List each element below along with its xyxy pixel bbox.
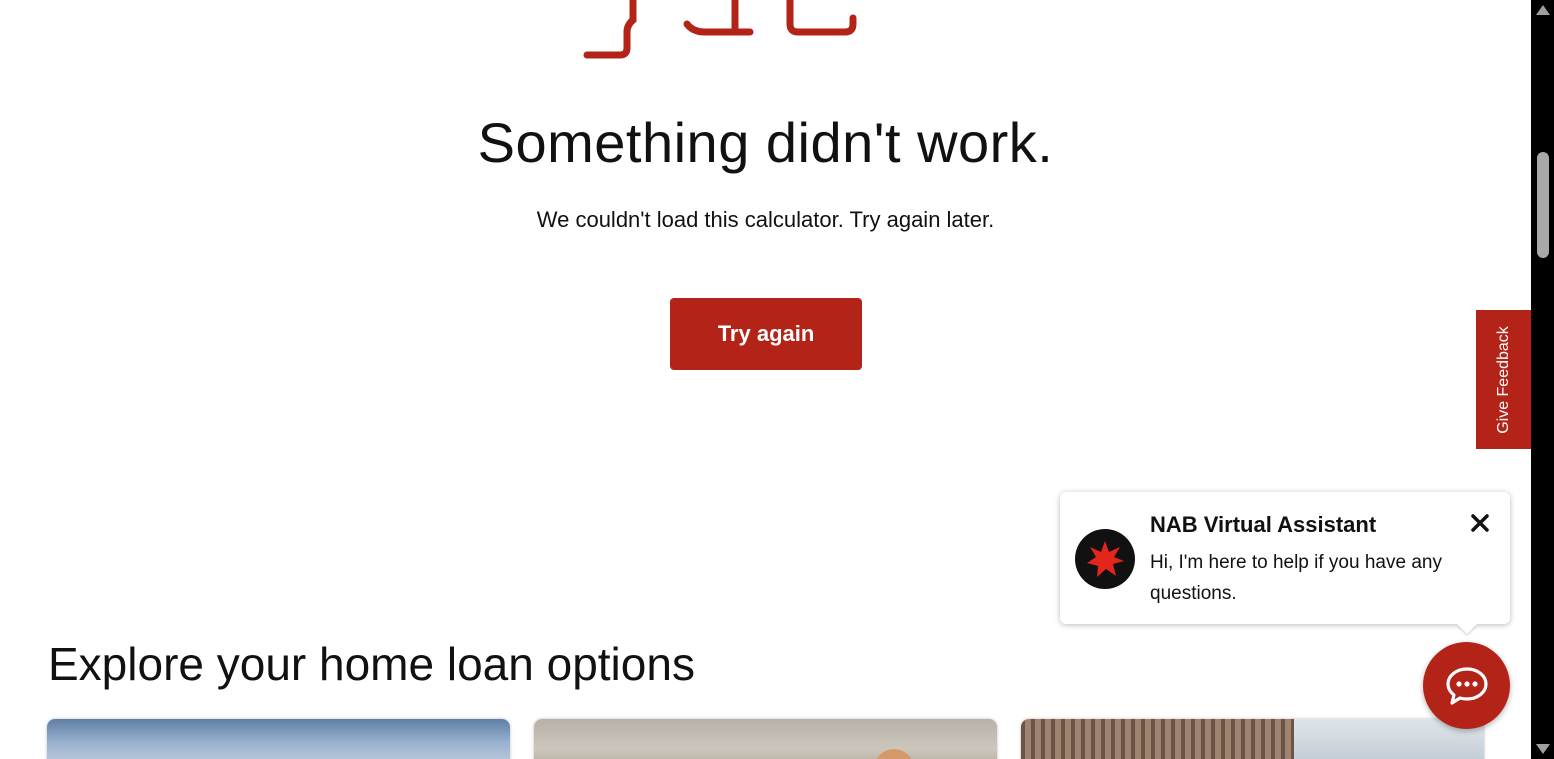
error-message: We couldn't load this calculator. Try ag… [536,207,995,232]
virtual-assistant-popup: NAB Virtual Assistant Hi, I'm here to he… [1060,492,1510,624]
try-again-button[interactable]: Try again [670,298,862,370]
give-feedback-tab[interactable]: Give Feedback [1476,310,1531,449]
home-loan-card[interactable] [47,719,510,759]
card-image [874,749,914,759]
scrollbar[interactable] [1531,0,1554,759]
scroll-down-icon[interactable] [1536,744,1550,754]
chat-bubble-icon [1445,666,1488,705]
section-heading: Explore your home loan options [48,638,695,690]
scrollbar-thumb[interactable] [1537,152,1549,258]
page: Something didn't work. We couldn't load … [0,0,1531,759]
error-title: Something didn't work. [477,111,1054,174]
assistant-message: Hi, I'm here to help if you have any que… [1150,552,1442,604]
chat-button[interactable] [1423,642,1510,729]
assistant-title: NAB Virtual Assistant [1150,512,1377,537]
home-loan-card[interactable] [534,719,997,759]
give-feedback-label: Give Feedback [1494,325,1512,434]
home-loan-card[interactable] [1021,719,1484,759]
nab-star-icon [1075,529,1135,589]
error-illustration-icon [583,0,857,59]
scroll-up-icon[interactable] [1536,5,1550,15]
close-icon[interactable] [1465,508,1495,538]
